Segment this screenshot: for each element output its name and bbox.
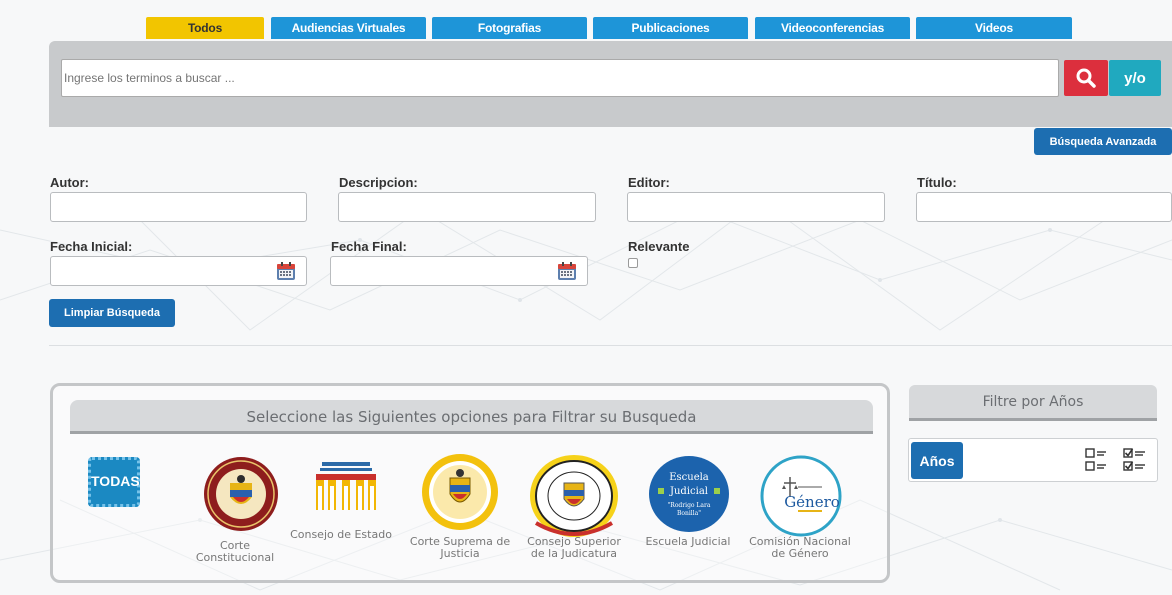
fecha-final-field[interactable] (330, 256, 588, 286)
editor-label: Editor: (628, 175, 670, 190)
corte-suprema-seal-icon[interactable] (420, 452, 500, 532)
search-page: Todos Audiencias Virtuales Fotografias P… (0, 0, 1172, 595)
escuela-logo-line-1: Escuela (669, 472, 709, 483)
todas-option[interactable]: TODAS (88, 457, 140, 507)
rama-judicial-seal-icon[interactable] (528, 453, 620, 539)
corte-constitucional-label: Corte Constitucional (195, 539, 275, 564)
and-or-button[interactable]: y/o (1109, 60, 1161, 96)
fecha-inicial-label: Fecha Inicial: (50, 239, 133, 254)
editor-field[interactable] (627, 192, 885, 222)
tab-todos[interactable]: Todos (146, 17, 264, 39)
list-unchecked-icon[interactable] (1085, 447, 1107, 473)
calendar-icon[interactable] (557, 261, 577, 281)
consejo-estado-label: Consejo de Estado (290, 528, 392, 541)
search-input[interactable] (61, 59, 1059, 97)
genero-logo-word: Género (784, 493, 840, 511)
advanced-search-button[interactable]: Búsqueda Avanzada (1034, 128, 1172, 155)
clear-search-button[interactable]: Limpiar Búsqueda (49, 299, 175, 327)
relevante-label: Relevante (628, 239, 690, 254)
fecha-final-label: Fecha Final: (331, 239, 407, 254)
fecha-inicial-field[interactable] (50, 256, 307, 286)
divider (49, 345, 1172, 346)
titulo-field[interactable] (916, 192, 1172, 222)
escuela-judicial-logo-icon[interactable]: Escuela Judicial "Rodrigo Lara Bonilla" (648, 455, 730, 533)
corte-suprema-label: Corte Suprema de Justicia (409, 535, 511, 560)
filter-panel-title: Seleccione las Siguientes opciones para … (70, 400, 873, 434)
autor-label: Autor: (50, 175, 89, 190)
escuela-logo-line-2: Judicial (669, 486, 708, 497)
consejo-estado-building-icon[interactable] (314, 462, 378, 510)
years-filter-title: Filtre por Años (909, 385, 1157, 421)
search-panel: y/o (49, 41, 1172, 127)
tab-fotografias[interactable]: Fotografias (432, 17, 587, 39)
escuela-logo-line-3: "Rodrigo Lara (668, 502, 711, 509)
consejo-superior-label: Consejo Superior de la Judicatura (527, 535, 621, 560)
escuela-logo-line-4: Bonilla" (677, 510, 701, 517)
autor-field[interactable] (50, 192, 307, 222)
tab-audiencias-virtuales[interactable]: Audiencias Virtuales (271, 17, 426, 39)
tab-videos[interactable]: Videos (916, 17, 1072, 39)
comision-genero-label: Comisión Nacional de Género (749, 535, 851, 560)
years-filter: Años (908, 438, 1158, 482)
list-checked-icon[interactable] (1123, 447, 1147, 473)
tab-publicaciones[interactable]: Publicaciones (593, 17, 748, 39)
relevante-checkbox[interactable] (628, 258, 638, 268)
comision-genero-logo-icon[interactable]: Género (760, 455, 842, 537)
descripcion-field[interactable] (338, 192, 596, 222)
escuela-judicial-label: Escuela Judicial (645, 535, 731, 548)
corte-constitucional-seal-icon[interactable] (202, 455, 280, 533)
descripcion-label: Descripcion: (339, 175, 418, 190)
calendar-icon[interactable] (276, 261, 296, 281)
search-icon (1076, 68, 1096, 88)
search-button[interactable] (1064, 60, 1108, 96)
years-button[interactable]: Años (911, 442, 963, 479)
tab-videoconferencias[interactable]: Videoconferencias (755, 17, 910, 39)
titulo-label: Título: (917, 175, 957, 190)
